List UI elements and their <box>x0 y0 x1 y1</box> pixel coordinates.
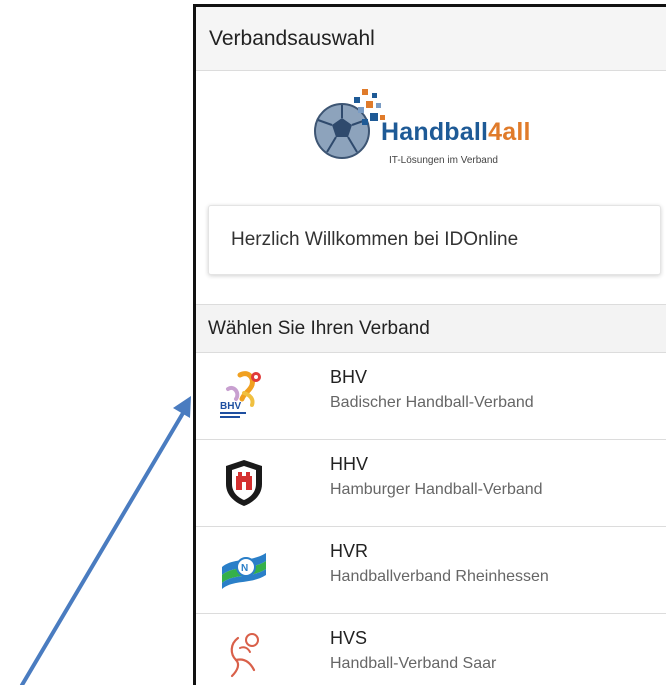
welcome-card: Herzlich Willkommen bei IDOnline <box>208 205 661 275</box>
association-code: HVR <box>330 541 369 561</box>
app-bar: Verbandsauswahl <box>196 7 666 71</box>
association-item-hvr[interactable]: N HVR Handballverband Rheinhessen <box>196 527 666 614</box>
svg-text:BHV: BHV <box>220 401 241 412</box>
hvs-logo-icon <box>230 633 259 678</box>
pixel-cubes-icon <box>354 89 385 125</box>
section-header: Wählen Sie Ihren Verband <box>196 304 666 353</box>
association-name: Handballverband Rheinhessen <box>330 568 549 585</box>
association-code: HVS <box>330 628 368 648</box>
hvr-logo-icon: N <box>222 553 266 589</box>
hhv-logo-icon <box>226 460 262 506</box>
logo-title-all: all <box>502 118 531 146</box>
svg-text:N: N <box>241 563 248 574</box>
association-code: BHV <box>330 367 368 387</box>
association-name: Handball-Verband Saar <box>330 655 497 672</box>
logo-title: Handball4all <box>381 118 531 147</box>
association-item-bhv[interactable]: BHV BHV Badischer Handball-Verband <box>196 353 666 440</box>
section-title: Wählen Sie Ihren Verband <box>208 317 430 339</box>
logo-title-main: Handball <box>381 118 489 146</box>
logo-subtitle: IT-Lösungen im Verband <box>389 155 498 166</box>
logo-title-four: 4 <box>488 118 503 146</box>
association-code: HHV <box>330 454 369 474</box>
handball4all-logo: Handball4all IT-Lösungen im Verband <box>196 71 666 200</box>
bhv-logo-icon: BHV <box>220 371 261 418</box>
association-name: Hamburger Handball-Verband <box>330 481 543 498</box>
app-bar-title: Verbandsauswahl <box>209 26 375 50</box>
welcome-text: Herzlich Willkommen bei IDOnline <box>231 229 519 250</box>
association-item-hvs[interactable]: HVS Handball-Verband Saar <box>196 614 666 685</box>
association-name: Badischer Handball-Verband <box>330 394 534 411</box>
app-screen: Verbandsauswahl Handball4all IT-Lösungen… <box>193 4 666 685</box>
association-list: BHV BHV Badischer Handball-Verband HHV H… <box>196 353 666 685</box>
association-item-hhv[interactable]: HHV Hamburger Handball-Verband <box>196 440 666 527</box>
